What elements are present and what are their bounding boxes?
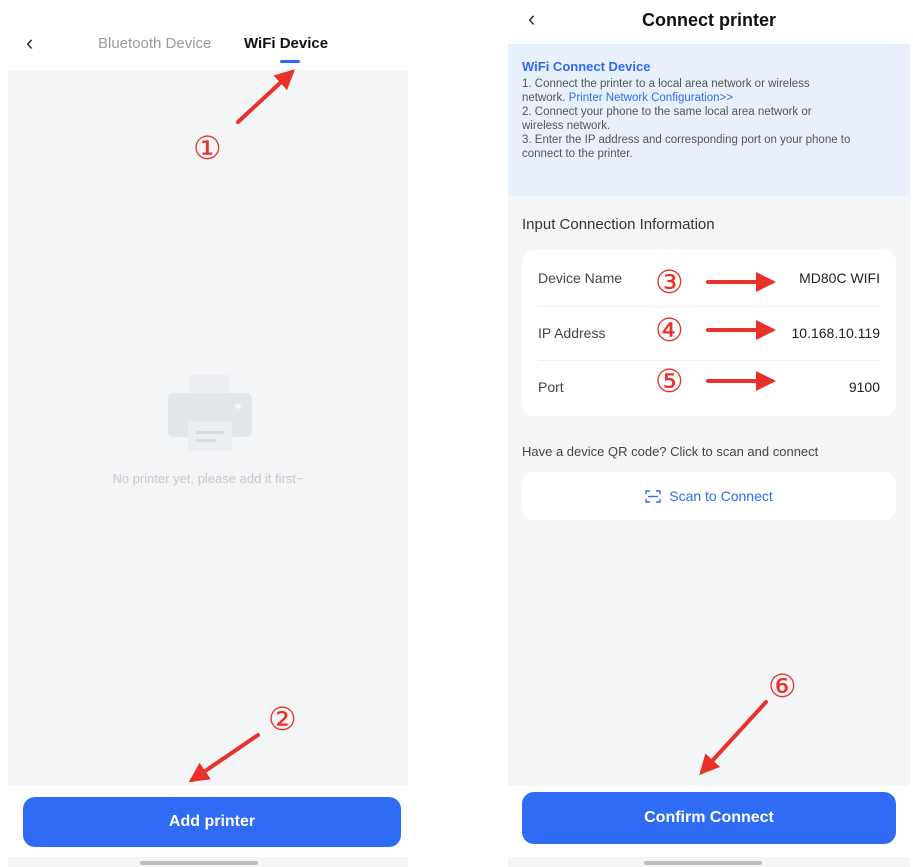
info-text: network. <box>522 92 566 104</box>
info-line: 2. Connect your phone to the same local … <box>522 106 812 118</box>
device-name-row[interactable]: Device Name MD80C WIFI <box>538 252 880 306</box>
info-line: 3. Enter the IP address and correspondin… <box>522 134 851 146</box>
page-title: Connect printer <box>641 10 776 30</box>
left-header: ‹ Bluetooth Device WiFi Device <box>8 0 408 70</box>
tab-bluetooth-device[interactable]: Bluetooth Device <box>98 35 211 52</box>
port-row[interactable]: Port 9100 <box>538 360 880 414</box>
home-bar <box>508 857 910 867</box>
right-screen: ‹ Connect printer WiFi Connect Device 1.… <box>508 0 910 867</box>
scan-to-connect-button[interactable]: Scan to Connect <box>522 472 896 520</box>
add-printer-button[interactable]: Add printer <box>23 797 401 847</box>
info-title: WiFi Connect Device <box>522 59 651 74</box>
left-screen: ‹ Bluetooth Device WiFi Device No printe… <box>8 0 408 867</box>
info-line: connect to the printer. <box>522 148 633 160</box>
active-tab-indicator <box>280 60 300 63</box>
qr-hint-text: Have a device QR code? Click to scan and… <box>522 444 819 459</box>
printer-network-config-link[interactable]: Printer Network Configuration>> <box>569 92 733 104</box>
info-line: wireless network. <box>522 120 611 132</box>
info-line: network. Printer Network Configuration>> <box>522 91 896 105</box>
connection-info-card: Device Name MD80C WIFI IP Address 10.168… <box>522 250 896 416</box>
ip-address-label: IP Address <box>538 325 606 341</box>
confirm-connect-button[interactable]: Confirm Connect <box>522 792 896 844</box>
wifi-info-box: WiFi Connect Device 1. Connect the print… <box>508 44 910 196</box>
right-header: ‹ Connect printer <box>508 0 910 44</box>
device-name-field[interactable]: MD80C WIFI <box>799 270 880 286</box>
section-title: Input Connection Information <box>522 216 715 233</box>
home-indicator <box>140 861 258 865</box>
scan-icon <box>645 489 661 503</box>
connection-form: Input Connection Information Device Name… <box>508 196 910 786</box>
home-indicator <box>644 861 762 865</box>
printer-icon <box>168 375 252 451</box>
port-field[interactable]: 9100 <box>849 379 880 395</box>
empty-state-text: No printer yet, please add it first~ <box>112 471 304 486</box>
ip-address-row[interactable]: IP Address 10.168.10.119 <box>538 306 880 360</box>
tab-wifi-device[interactable]: WiFi Device <box>244 35 328 52</box>
home-bar <box>8 857 408 867</box>
ip-address-field[interactable]: 10.168.10.119 <box>792 325 881 341</box>
scan-label: Scan to Connect <box>669 488 773 504</box>
device-list-area: No printer yet, please add it first~ <box>8 70 408 786</box>
info-line: 1. Connect the printer to a local area n… <box>522 78 810 90</box>
back-icon[interactable]: ‹ <box>26 30 33 56</box>
port-label: Port <box>538 379 564 395</box>
device-name-label: Device Name <box>538 270 623 286</box>
